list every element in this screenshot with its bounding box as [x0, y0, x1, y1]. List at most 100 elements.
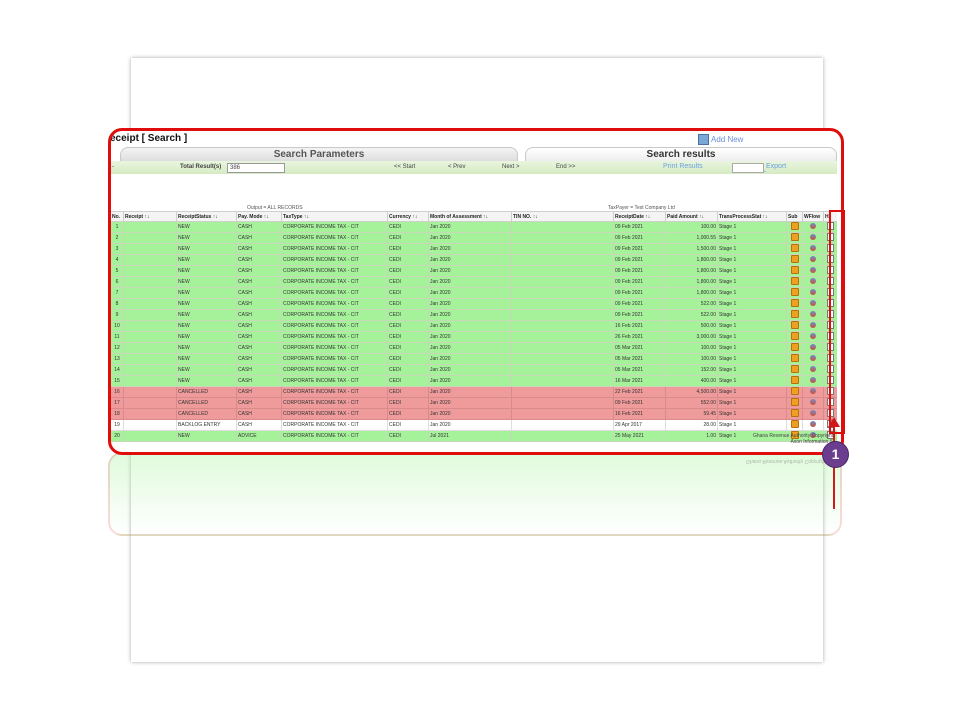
document-stack-cell[interactable] [786, 320, 803, 332]
workflow-person-cell[interactable] [802, 364, 824, 376]
history-doc-icon[interactable] [827, 343, 834, 351]
document-stack-cell[interactable] [786, 265, 803, 277]
document-stack-icon[interactable] [790, 288, 799, 296]
workflow-person-icon[interactable] [810, 366, 816, 372]
workflow-person-cell[interactable] [802, 419, 824, 431]
workflow-person-cell[interactable] [802, 243, 824, 255]
workflow-person-icon[interactable] [810, 234, 816, 240]
table-row[interactable]: 8 NEW CASH CORPORATE INCOME TAX - CIT CEDI Ja… [110, 298, 837, 310]
history-doc-cell[interactable] [823, 232, 837, 244]
history-doc-icon[interactable] [827, 255, 834, 263]
workflow-person-icon[interactable] [810, 289, 816, 295]
document-stack-icon[interactable] [790, 343, 799, 351]
column-header[interactable]: Pay. Mode ↑↓ [236, 211, 282, 222]
document-stack-cell[interactable] [786, 364, 803, 376]
document-stack-cell[interactable] [786, 408, 803, 420]
workflow-person-icon[interactable] [810, 322, 816, 328]
history-doc-cell[interactable] [823, 265, 837, 277]
tab-search-results[interactable]: Search results [525, 147, 837, 162]
history-doc-icon[interactable] [827, 321, 834, 329]
column-header[interactable]: Month of Assessment ↑↓ [428, 211, 512, 222]
history-doc-icon[interactable] [827, 244, 834, 252]
history-doc-cell[interactable] [823, 309, 837, 321]
history-doc-icon[interactable] [827, 299, 834, 307]
workflow-person-cell[interactable] [802, 397, 824, 409]
document-stack-icon[interactable] [790, 387, 799, 395]
column-header[interactable]: TransProcessStat ↑↓ [717, 211, 787, 222]
history-doc-cell[interactable] [823, 364, 837, 376]
history-doc-icon[interactable] [827, 398, 834, 406]
table-row[interactable]: 15 NEW CASH CORPORATE INCOME TAX - CIT CEDI J… [110, 375, 837, 387]
document-stack-cell[interactable] [786, 342, 803, 354]
table-row[interactable]: 10 NEW CASH CORPORATE INCOME TAX - CIT CEDI J… [110, 320, 837, 332]
workflow-person-icon[interactable] [810, 388, 816, 394]
document-stack-cell[interactable] [786, 419, 803, 431]
column-header[interactable]: Paid Amount ↑↓ [665, 211, 718, 222]
workflow-person-icon[interactable] [810, 223, 816, 229]
table-row[interactable]: 20 NEW ADVICE CORPORATE INCOME TAX - CIT CED… [110, 430, 837, 442]
document-stack-icon[interactable] [790, 277, 799, 285]
workflow-person-icon[interactable] [810, 333, 816, 339]
workflow-person-cell[interactable] [802, 353, 824, 365]
workflow-person-cell[interactable] [802, 276, 824, 288]
history-doc-cell[interactable] [823, 353, 837, 365]
table-row[interactable]: 9 NEW CASH CORPORATE INCOME TAX - CIT CEDI Ja… [110, 309, 837, 321]
history-doc-icon[interactable] [827, 365, 834, 373]
history-doc-cell[interactable] [823, 397, 837, 409]
workflow-person-icon[interactable] [810, 311, 816, 317]
history-doc-icon[interactable] [827, 233, 834, 241]
history-doc-cell[interactable] [823, 221, 837, 233]
document-stack-icon[interactable] [790, 222, 799, 230]
history-doc-icon[interactable] [827, 354, 834, 362]
document-stack-icon[interactable] [790, 354, 799, 362]
history-doc-cell[interactable] [823, 276, 837, 288]
document-stack-cell[interactable] [786, 397, 803, 409]
end-link[interactable]: End >> [556, 164, 575, 170]
total-results-field[interactable]: 386 [227, 163, 285, 173]
document-stack-icon[interactable] [790, 244, 799, 252]
document-stack-icon[interactable] [790, 332, 799, 340]
workflow-person-icon[interactable] [810, 399, 816, 405]
history-doc-cell[interactable] [823, 342, 837, 354]
document-stack-cell[interactable] [786, 353, 803, 365]
workflow-person-icon[interactable] [810, 355, 816, 361]
workflow-person-icon[interactable] [810, 278, 816, 284]
history-doc-icon[interactable] [827, 288, 834, 296]
workflow-person-cell[interactable] [802, 386, 824, 398]
table-row[interactable]: 12 NEW CASH CORPORATE INCOME TAX - CIT CEDI J… [110, 342, 837, 354]
next-link[interactable]: Next > [502, 164, 520, 170]
document-stack-icon[interactable] [790, 420, 799, 428]
history-doc-cell[interactable] [823, 375, 837, 387]
table-row[interactable]: 14 NEW CASH CORPORATE INCOME TAX - CIT CEDI J… [110, 364, 837, 376]
document-stack-cell[interactable] [786, 386, 803, 398]
document-stack-cell[interactable] [786, 309, 803, 321]
document-stack-icon[interactable] [790, 365, 799, 373]
column-header[interactable]: ReceiptStatus ↑↓ [176, 211, 237, 222]
workflow-person-cell[interactable] [802, 298, 824, 310]
history-doc-icon[interactable] [827, 409, 834, 417]
document-stack-icon[interactable] [790, 233, 799, 241]
document-stack-icon[interactable] [790, 376, 799, 384]
history-doc-cell[interactable] [823, 331, 837, 343]
table-row[interactable]: 7 NEW CASH CORPORATE INCOME TAX - CIT CEDI Ja… [110, 287, 837, 299]
workflow-person-cell[interactable] [802, 221, 824, 233]
document-stack-icon[interactable] [790, 299, 799, 307]
add-new-button[interactable]: Add New [698, 134, 743, 145]
column-header[interactable]: TIN NO. ↑↓ [511, 211, 614, 222]
workflow-person-cell[interactable] [802, 254, 824, 266]
history-doc-cell[interactable] [823, 254, 837, 266]
history-doc-cell[interactable] [823, 320, 837, 332]
workflow-person-icon[interactable] [810, 300, 816, 306]
document-stack-cell[interactable] [786, 221, 803, 233]
workflow-person-icon[interactable] [810, 344, 816, 350]
workflow-person-icon[interactable] [810, 267, 816, 273]
column-header[interactable]: Receipt ↑↓ [123, 211, 177, 222]
document-stack-cell[interactable] [786, 254, 803, 266]
history-doc-icon[interactable] [827, 387, 834, 395]
workflow-person-icon[interactable] [810, 245, 816, 251]
history-doc-icon[interactable] [827, 332, 834, 340]
workflow-person-cell[interactable] [802, 232, 824, 244]
table-row[interactable]: 2 NEW CASH CORPORATE INCOME TAX - CIT CEDI Ja… [110, 232, 837, 244]
document-stack-icon[interactable] [790, 266, 799, 274]
table-row[interactable]: 17 CANCELLED CASH CORPORATE INCOME TAX - CI… [110, 397, 837, 409]
